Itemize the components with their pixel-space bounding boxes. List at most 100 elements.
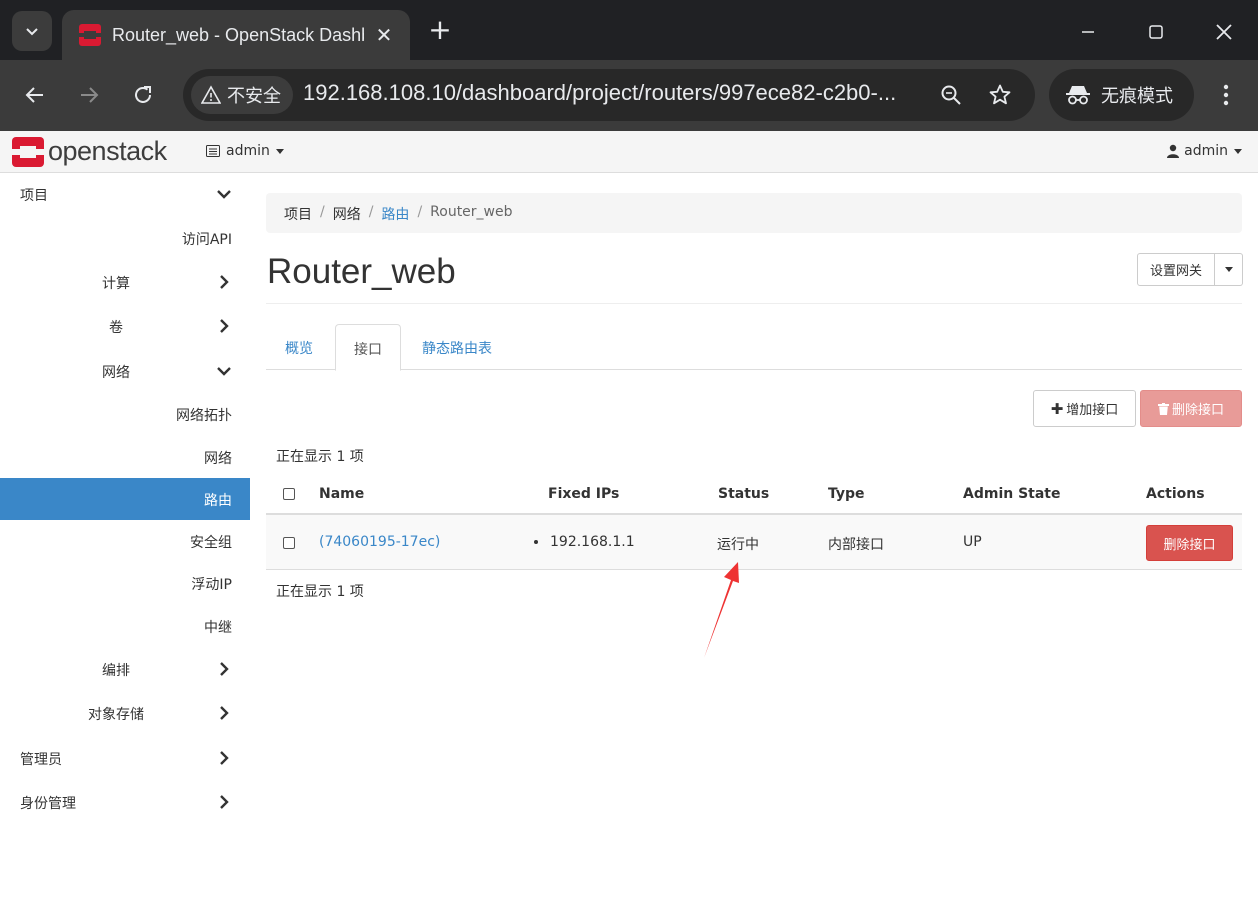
breadcrumb-separator: / [320, 204, 325, 220]
column-header-admin-state[interactable]: Admin State [963, 486, 1061, 502]
table-row: (74060195-17ec) 192.168.1.1 运行中 内部接口 UP … [266, 515, 1242, 570]
set-gateway-button[interactable]: 设置网关 [1137, 253, 1215, 286]
add-interface-label: 增加接口 [1066, 403, 1119, 418]
logo-text: openstack [48, 136, 167, 166]
sidebar-item-object-store[interactable]: 对象存储 [0, 692, 250, 734]
add-interface-button[interactable]: ✚ 增加接口 [1033, 390, 1136, 427]
delete-interface-row-button[interactable]: 删除接口 [1146, 525, 1233, 561]
reload-button[interactable] [125, 77, 161, 113]
zoom-icon[interactable] [937, 81, 965, 109]
close-window-icon[interactable] [1206, 14, 1242, 50]
maximize-icon[interactable] [1138, 14, 1174, 50]
bullet-icon [534, 540, 538, 544]
caret-down-icon [1224, 267, 1233, 272]
column-header-fixed-ips[interactable]: Fixed IPs [548, 486, 619, 502]
breadcrumb-separator: / [368, 204, 374, 220]
interface-name-link[interactable]: (74060195-17ec) [319, 534, 440, 550]
chevron-right-icon [220, 662, 229, 676]
user-dropdown[interactable]: admin [1167, 143, 1242, 159]
warning-triangle-icon [201, 85, 221, 104]
breadcrumb-item-project: 项目 [284, 207, 312, 223]
back-button[interactable] [17, 77, 53, 113]
sidebar-item-label: 浮动IP [191, 577, 232, 593]
sidebar-item-label: 管理员 [20, 752, 62, 768]
openstack-logo-icon [12, 136, 44, 167]
table-count-top: 正在显示 1 项 [276, 449, 364, 465]
sidebar-item-identity[interactable]: 身份管理 [0, 781, 250, 823]
column-header-status[interactable]: Status [718, 486, 769, 502]
sidebar-item-label: 网络 [102, 365, 130, 381]
row-checkbox[interactable] [283, 537, 295, 549]
title-divider [266, 303, 1242, 304]
column-header-type[interactable]: Type [828, 486, 865, 502]
breadcrumb-item-routers[interactable]: 路由 [381, 204, 409, 223]
sidebar-item-label: 卷 [109, 320, 123, 336]
select-all-checkbox[interactable] [283, 488, 295, 500]
sidebar-item-api-access[interactable]: 访问API [0, 217, 250, 259]
sidebar-item-volumes[interactable]: 卷 [0, 305, 250, 347]
chevron-right-icon [220, 275, 229, 289]
sidebar-item-label: 路由 [204, 493, 232, 509]
sidebar-item-label: 对象存储 [88, 707, 144, 723]
address-bar[interactable]: 不安全 192.168.108.10/dashboard/project/rou… [183, 69, 1035, 121]
breadcrumb: 项目 / 网络 / 路由 / Router_web [266, 193, 1242, 233]
breadcrumb-item-network: 网络 [332, 207, 361, 223]
bookmark-star-icon[interactable] [986, 81, 1014, 109]
plus-icon: ✚ [1050, 399, 1064, 418]
column-header-name[interactable]: Name [319, 486, 364, 502]
tab-search-button[interactable] [12, 11, 52, 51]
site-security-chip[interactable]: 不安全 [191, 76, 293, 114]
arrow-right-icon [81, 87, 99, 103]
admin-state-cell: UP [963, 534, 982, 550]
minimize-icon[interactable] [1070, 14, 1106, 50]
project-dropdown[interactable]: admin [206, 143, 284, 159]
fixed-ip-value: 192.168.1.1 [550, 534, 635, 550]
router-tabs: 概览 接口 静态路由表 [266, 324, 1242, 371]
chevron-down-icon [217, 190, 231, 199]
browser-tab-active[interactable]: Router_web - OpenStack Dashboard ✕ [62, 10, 410, 60]
forward-button[interactable] [71, 77, 107, 113]
sidebar-item-trunks[interactable]: 中继 [0, 605, 250, 647]
gateway-button-group: 设置网关 [1137, 253, 1243, 286]
breadcrumb-item-current: Router_web [430, 204, 513, 220]
sidebar-item-networks[interactable]: 网络 [0, 436, 250, 478]
chevron-right-icon [220, 795, 229, 809]
sidebar-item-admin[interactable]: 管理员 [0, 737, 250, 779]
sidebar-item-network[interactable]: 网络 [0, 350, 250, 392]
project-name: admin [226, 143, 270, 159]
sidebar-item-orchestration[interactable]: 编排 [0, 648, 250, 690]
browser-menu-button[interactable] [1210, 77, 1242, 113]
new-tab-button[interactable]: + [424, 14, 456, 46]
delete-interfaces-button[interactable]: 删除接口 [1140, 390, 1242, 427]
incognito-icon [1066, 86, 1090, 105]
tab-interfaces[interactable]: 接口 [335, 324, 401, 371]
chevron-down-icon [217, 367, 231, 376]
sidebar-item-label: 安全组 [190, 535, 232, 551]
incognito-chip[interactable]: 无痕模式 [1049, 69, 1194, 121]
sidebar-item-project[interactable]: 项目 [0, 173, 250, 215]
tab-static-routes[interactable]: 静态路由表 [404, 324, 510, 370]
sidebar-item-security-groups[interactable]: 安全组 [0, 520, 250, 562]
interfaces-table: Name Fixed IPs Status Type Admin State A… [266, 474, 1242, 570]
sidebar: 项目 访问API 计算 卷 网络 网络拓扑 网络 路由 安全组 浮动IP 中继 … [0, 173, 250, 912]
close-tab-icon[interactable]: ✕ [372, 23, 396, 47]
browser-toolbar: 不安全 192.168.108.10/dashboard/project/rou… [0, 60, 1258, 131]
gateway-actions-dropdown[interactable] [1215, 253, 1243, 286]
breadcrumb-separator: / [417, 204, 423, 220]
sidebar-item-floating-ips[interactable]: 浮动IP [0, 562, 250, 604]
arrow-left-icon [25, 87, 43, 103]
openstack-favicon-icon [79, 24, 101, 46]
delete-interfaces-label: 删除接口 [1171, 403, 1224, 418]
sidebar-item-label: 身份管理 [20, 796, 76, 812]
table-count-bottom: 正在显示 1 项 [276, 584, 364, 600]
url-text[interactable]: 192.168.108.10/dashboard/project/routers… [303, 80, 896, 106]
sidebar-item-network-topology[interactable]: 网络拓扑 [0, 393, 250, 435]
chevron-right-icon [220, 319, 229, 333]
tab-overview[interactable]: 概览 [267, 324, 331, 370]
list-icon [206, 145, 220, 157]
openstack-logo[interactable]: openstack [12, 136, 167, 167]
sidebar-item-label: 项目 [20, 188, 48, 204]
sidebar-item-label: 编排 [102, 663, 130, 679]
sidebar-item-compute[interactable]: 计算 [0, 261, 250, 303]
sidebar-item-routers[interactable]: 路由 [0, 478, 250, 520]
